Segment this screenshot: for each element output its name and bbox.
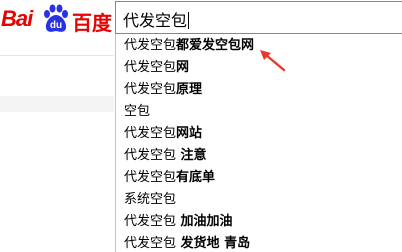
suggestion-item[interactable]: 空包 — [116, 101, 402, 123]
suggestion-prefix: 代发空包 — [124, 82, 177, 97]
logo-paw-text: du — [50, 20, 62, 31]
suggestion-suffix: 原理 — [176, 82, 203, 97]
page: Bai du 百度 代发空包 代发空包都爱发空包网 代发空包网 代发空包原理 空… — [0, 0, 402, 252]
suggestion-prefix: 代发空包 — [124, 170, 177, 185]
suggestion-suffix: 注意 — [176, 148, 207, 163]
suggestion-prefix: 代发空包 — [124, 236, 177, 251]
suggestion-suffix: 都爱发空包网 — [176, 38, 255, 53]
suggestion-item[interactable]: 系统空包 — [116, 189, 402, 211]
suggestion-prefix: 系统空包 — [124, 192, 177, 207]
suggestion-suffix: 有底单 — [176, 170, 216, 185]
background-band — [0, 96, 114, 112]
suggestion-item[interactable]: 代发空包有底单 — [116, 167, 402, 189]
logo-text-baidu-cn: 百度 — [72, 11, 112, 35]
suggestion-item[interactable]: 代发空包网站 — [116, 123, 402, 145]
suggestion-prefix: 代发空包 — [124, 126, 177, 141]
suggestion-item[interactable]: 代发空包 加油加油 — [116, 211, 402, 233]
suggestion-prefix: 代发空包 — [124, 214, 177, 229]
red-arrow-icon — [260, 50, 286, 72]
suggestion-item[interactable]: 代发空包 注意 — [116, 145, 402, 167]
text-caret — [188, 12, 190, 29]
baidu-paw-icon: du — [44, 4, 68, 32]
suggestion-prefix: 代发空包 — [124, 60, 177, 75]
search-input[interactable]: 代发空包 — [115, 1, 402, 34]
logo-text-bai: Bai — [1, 6, 33, 31]
baidu-logo[interactable]: Bai du 百度 — [0, 4, 112, 38]
search-input-value: 代发空包 — [123, 7, 190, 31]
suggestion-suffix: 网站 — [176, 126, 203, 141]
suggestion-prefix: 空包 — [124, 104, 151, 119]
suggestion-suffix: 网 — [176, 60, 190, 75]
left-background-strip — [0, 36, 114, 252]
search-query-text: 代发空包 — [123, 11, 188, 30]
suggestion-item[interactable]: 代发空包原理 — [116, 79, 402, 101]
suggestion-prefix: 代发空包 — [124, 38, 177, 53]
suggestion-suffix: 加油加油 — [176, 214, 233, 229]
suggestion-suffix: 发货地 青岛 — [176, 236, 251, 251]
suggestion-item[interactable]: 代发空包 发货地 青岛 — [116, 233, 402, 252]
suggestion-prefix: 代发空包 — [124, 148, 177, 163]
divider — [0, 55, 114, 56]
